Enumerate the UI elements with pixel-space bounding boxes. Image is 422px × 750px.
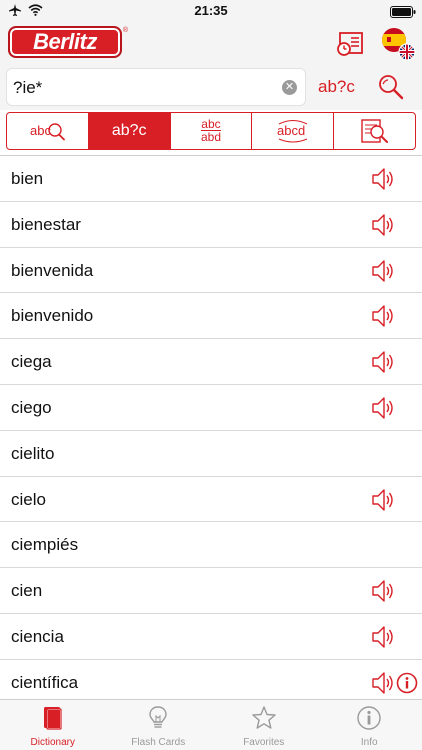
speaker-icon[interactable] — [370, 258, 396, 284]
document-search-icon — [360, 119, 388, 143]
list-item[interactable]: ciencia — [0, 614, 422, 660]
word-label: cien — [11, 581, 43, 601]
word-label: bienvenida — [11, 260, 94, 280]
info-icon — [357, 706, 381, 730]
word-label: ciencia — [11, 626, 64, 646]
search-mode-label: ab?c — [318, 77, 355, 96]
spain-uk-flags-icon — [382, 28, 416, 61]
berlitz-logo: Berlitz ® — [8, 26, 128, 58]
lightbulb-icon — [149, 706, 167, 728]
list-item[interactable]: ciego — [0, 385, 422, 431]
segment-wildcard-search[interactable]: ab?c — [88, 113, 171, 149]
word-label: científica — [11, 672, 79, 692]
word-label: ciempiés — [11, 535, 79, 555]
list-item[interactable]: bienvenida — [0, 248, 422, 294]
search-button[interactable] — [376, 72, 406, 102]
language-switch-button[interactable] — [380, 26, 416, 62]
segment-wildcard-label: ab?c — [111, 122, 147, 139]
list-item[interactable]: cielito — [0, 431, 422, 477]
word-label: bienvenido — [11, 306, 94, 326]
tab-dictionary-label: Dictionary — [30, 737, 75, 748]
search-mode-segments: abc ab?c abc abd abcd — [6, 112, 416, 150]
list-item[interactable]: ciega — [0, 339, 422, 385]
tab-flash-cards-label: Flash Cards — [131, 737, 186, 748]
search-box: ✕ — [6, 68, 306, 106]
word-list: bien bienestar bienvenida bienvenido cie… — [0, 156, 422, 699]
word-label: ciego — [11, 397, 52, 417]
clear-search-button[interactable]: ✕ — [282, 80, 297, 95]
speaker-icon[interactable] — [370, 670, 396, 696]
battery-icon — [390, 5, 416, 23]
word-label: bien — [11, 169, 44, 188]
word-label: cielito — [11, 443, 55, 463]
word-label: bienestar — [11, 214, 81, 234]
speaker-icon[interactable] — [370, 212, 396, 238]
tab-dictionary[interactable]: Dictionary — [0, 700, 106, 750]
segment-variants-stack: abc abd — [200, 117, 221, 144]
list-item[interactable]: cien — [0, 568, 422, 614]
search-row: ✕ ab?c — [0, 66, 422, 110]
list-item[interactable]: bienestar — [0, 202, 422, 248]
speaker-icon[interactable] — [370, 624, 396, 650]
tab-favorites-label: Favorites — [243, 737, 285, 748]
speaker-icon[interactable] — [370, 578, 396, 604]
app-header: Berlitz ® — [0, 22, 422, 66]
speaker-icon[interactable] — [370, 395, 396, 421]
list-item[interactable]: bienvenido — [0, 293, 422, 340]
anagram-icon: abcd — [277, 119, 308, 143]
segment-anagram-label: abcd — [277, 123, 305, 138]
list-item[interactable]: cielo — [0, 477, 422, 523]
word-label: ciega — [11, 352, 52, 372]
history-list-icon — [337, 32, 363, 56]
speaker-icon[interactable] — [370, 487, 396, 513]
segment-anagram-search[interactable]: abcd — [252, 113, 335, 149]
segment-fuzzy-text: abc — [30, 123, 51, 138]
book-icon — [43, 707, 62, 730]
logo-registered-mark: ® — [122, 27, 128, 34]
tab-info[interactable]: Info — [317, 700, 422, 750]
segment-full-text-search[interactable] — [334, 113, 415, 149]
status-bar: 21:35 — [0, 0, 422, 22]
tab-bar: Dictionary Flash Cards Favorites Info — [0, 699, 422, 750]
spell-search-icon: abc — [30, 123, 66, 141]
tab-favorites[interactable]: Favorites — [211, 700, 317, 750]
search-icon — [379, 75, 404, 100]
segment-spelling-variants[interactable]: abc abd — [171, 113, 253, 149]
segment-variants-top: abc — [201, 117, 221, 131]
list-item[interactable]: ciempiés — [0, 522, 422, 569]
star-icon — [252, 706, 276, 729]
info-circle-icon[interactable] — [396, 672, 418, 694]
word-label: cielo — [11, 489, 46, 509]
list-item[interactable]: bien — [0, 156, 422, 202]
logo-text: Berlitz — [33, 29, 97, 54]
tab-info-label: Info — [360, 737, 378, 748]
search-input[interactable] — [13, 75, 273, 101]
segment-fuzzy-search[interactable]: abc — [7, 113, 89, 149]
segment-variants-bottom: abd — [200, 130, 221, 144]
speaker-icon[interactable] — [370, 166, 396, 192]
tab-flash-cards[interactable]: Flash Cards — [106, 700, 212, 750]
history-button[interactable] — [334, 28, 366, 60]
speaker-icon[interactable] — [370, 349, 396, 375]
list-item[interactable]: científica — [0, 660, 422, 699]
speaker-icon[interactable] — [370, 303, 396, 329]
status-time: 21:35 — [194, 3, 228, 18]
